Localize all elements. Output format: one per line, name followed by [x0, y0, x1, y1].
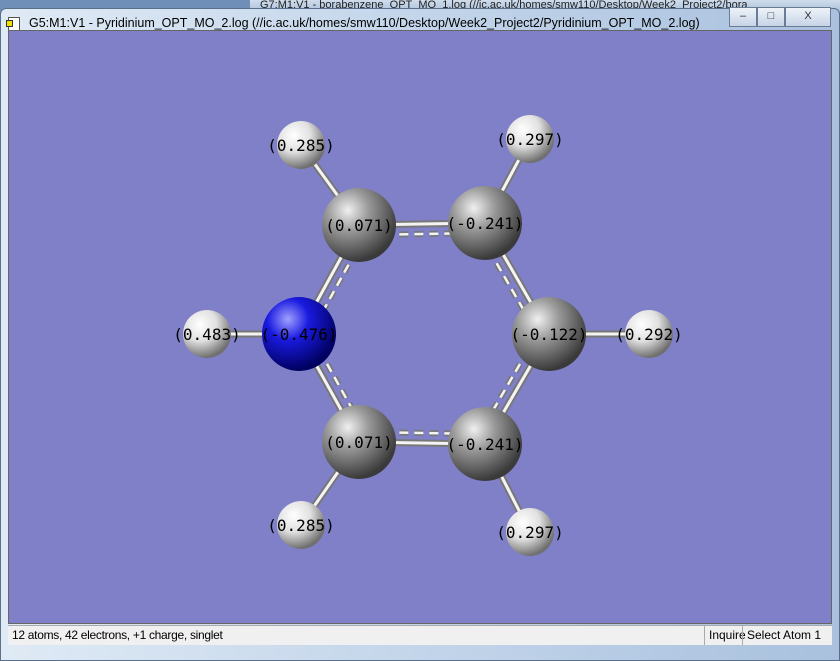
charge-label: (-0.241) — [446, 214, 523, 233]
minimize-button[interactable]: – — [729, 7, 757, 27]
charge-label: (-0.476) — [260, 325, 337, 344]
atom-C[interactable]: (-0.241) — [446, 186, 524, 260]
atom-C[interactable]: (-0.241) — [446, 407, 524, 481]
charge-label: (0.285) — [267, 516, 334, 535]
molecule-summary: 12 atoms, 42 electrons, +1 charge, singl… — [12, 628, 223, 642]
atom-C[interactable]: (0.071) — [322, 405, 396, 479]
status-bar: 12 atoms, 42 electrons, +1 charge, singl… — [8, 625, 832, 645]
charge-label: (0.285) — [267, 136, 334, 155]
atom-H[interactable]: (0.292) — [615, 310, 683, 358]
molecule-canvas[interactable]: (0.285) (0.071) (-0.241) (0.297) (-0.476) (0.… — [9, 31, 831, 623]
charge-label: (0.297) — [496, 523, 563, 542]
molecule-viewport[interactable]: (0.285) (0.071) (-0.241) (0.297) (-0.476) (0.… — [8, 30, 832, 624]
atom-H[interactable]: (0.297) — [496, 508, 564, 556]
close-button[interactable]: X — [785, 7, 831, 27]
atom-C[interactable]: (0.071) — [322, 188, 396, 262]
maximize-button[interactable]: □ — [757, 7, 785, 27]
charge-label: (-0.122) — [510, 325, 587, 344]
charge-label: (0.483) — [173, 325, 240, 344]
charge-label: (0.071) — [325, 433, 392, 452]
atom-H[interactable]: (0.285) — [267, 501, 335, 549]
atom-H[interactable]: (0.285) — [267, 121, 335, 169]
charge-label: (0.071) — [325, 216, 392, 235]
charge-label: (0.292) — [615, 325, 682, 344]
atom-H[interactable]: (0.483) — [173, 310, 241, 358]
window-title: G5:M1:V1 - Pyridinium_OPT_MO_2.log (//ic… — [29, 16, 700, 30]
action-indicator: Select Atom 1 — [742, 626, 825, 645]
atom-H[interactable]: (0.297) — [496, 115, 564, 163]
charge-label: (0.297) — [496, 130, 563, 149]
charge-label: (-0.241) — [446, 435, 523, 454]
